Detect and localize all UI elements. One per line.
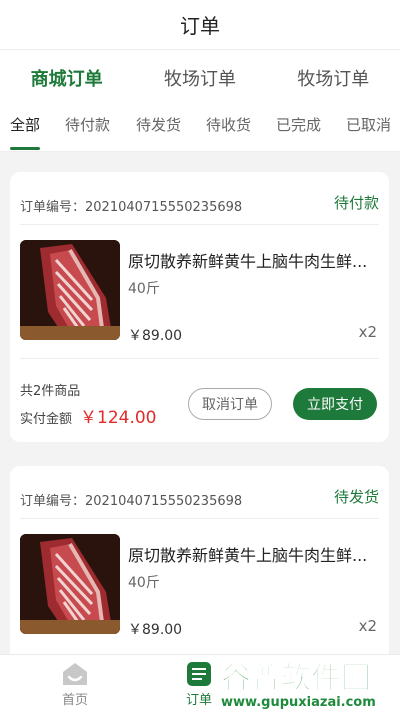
product-image[interactable] (20, 240, 120, 340)
tab-all[interactable]: 全部 (10, 114, 41, 150)
tab-mall-orders[interactable]: 商城订单 (0, 65, 133, 91)
product-name[interactable]: 原切散养新鲜黄牛上脑牛肉生鲜... (128, 248, 373, 272)
nav-home-label: 首页 (61, 693, 88, 708)
home-icon (60, 661, 90, 691)
tab-pending-receipt[interactable]: 待收货 (206, 114, 251, 150)
product-price: ￥89.00 (128, 622, 183, 638)
product-quantity: x2 (358, 323, 377, 341)
paid-amount-label: 实付金额 (20, 412, 73, 427)
page-title: 订单 (180, 14, 220, 38)
item-count: 共2件商品 (20, 384, 81, 399)
divider (20, 224, 379, 225)
divider (20, 358, 379, 359)
tab-pending-payment[interactable]: 待付款 (65, 114, 110, 150)
product-image[interactable] (20, 534, 120, 634)
product-name[interactable]: 原切散养新鲜黄牛上脑牛肉生鲜... (128, 542, 373, 566)
order-list[interactable]: 订单编号：2021040715550235698 待付款 原切散养新鲜黄牛上脑牛… (0, 152, 400, 654)
status-tab-bar: 全部 待付款 待发货 待收货 已完成 已取消 (0, 106, 400, 152)
product-spec: 40斤 (128, 575, 160, 591)
cancel-order-button[interactable]: 取消订单 (188, 388, 272, 420)
paid-amount: ￥124.00 (80, 408, 157, 428)
order-status: 待付款 (333, 194, 379, 212)
order-card[interactable]: 订单编号：2021040715550235698 待付款 原切散养新鲜黄牛上脑牛… (10, 172, 389, 442)
tab-ranch-orders-2[interactable]: 牧场订单 (267, 65, 400, 91)
nav-home[interactable]: 首页 (40, 655, 110, 711)
order-list-icon (186, 661, 212, 691)
order-card[interactable]: 订单编号：2021040715550235698 待发货 原切散养新鲜黄牛上脑牛… (10, 466, 389, 654)
watermark-logo: 谷普软件园 www.gupuxiazai.com (215, 652, 400, 711)
tab-cancelled[interactable]: 已取消 (346, 114, 391, 150)
tab-completed[interactable]: 已完成 (276, 114, 321, 150)
product-quantity: x2 (358, 617, 377, 635)
order-status: 待发货 (333, 488, 379, 506)
svg-text:谷普软件园: 谷普软件园 (221, 661, 371, 696)
order-number: 订单编号：2021040715550235698 (20, 200, 243, 215)
pay-now-button[interactable]: 立即支付 (293, 388, 377, 420)
app-header: 订单 (0, 0, 400, 50)
divider (20, 518, 379, 519)
product-price: ￥89.00 (128, 328, 183, 344)
product-spec: 40斤 (128, 281, 160, 297)
svg-text:www.gupuxiazai.com: www.gupuxiazai.com (221, 695, 376, 710)
order-number: 订单编号：2021040715550235698 (20, 494, 243, 509)
tab-pending-shipment[interactable]: 待发货 (136, 114, 181, 150)
main-tab-bar: 商城订单 牧场订单 牧场订单 (0, 50, 400, 106)
tab-ranch-orders[interactable]: 牧场订单 (133, 65, 266, 91)
